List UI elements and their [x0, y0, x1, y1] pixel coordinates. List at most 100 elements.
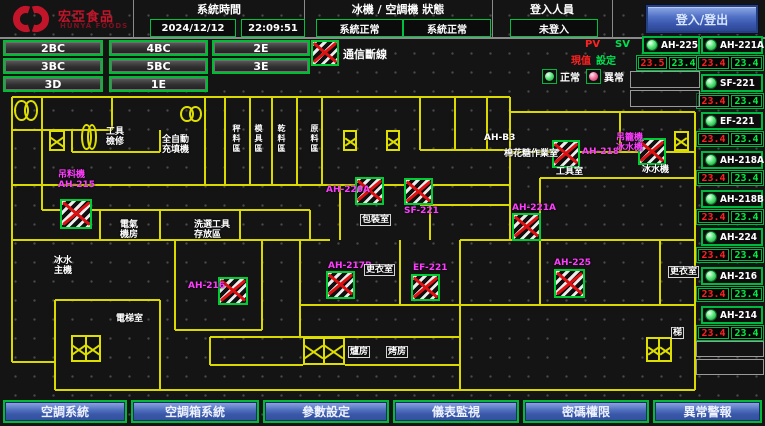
floor-button-2BC[interactable]: 2BC	[3, 40, 103, 56]
footer-button-密碼權限[interactable]: 密碼權限	[523, 400, 649, 423]
unit-name: AH-224	[720, 232, 757, 243]
floor-button-4BC[interactable]: 4BC	[109, 40, 208, 56]
footer-button-空調系統[interactable]: 空調系統	[3, 400, 127, 423]
unit-values-AH-218B: 23.423.4	[696, 209, 764, 225]
spiral-stair-icon	[14, 100, 38, 121]
hmi-screen: 宏亞食品 HUNYA FOODS 系統時間 2024/12/12 22:09:5…	[0, 0, 765, 426]
floor-button-3BC[interactable]: 3BC	[3, 58, 103, 74]
unit-status-led	[705, 77, 717, 89]
comm-error-icon-SF-221[interactable]	[404, 178, 433, 205]
unit-status-led	[705, 309, 717, 321]
unit-header-AH-218A[interactable]: AH-218A	[701, 151, 763, 169]
map-room-label: 棉花糖作業室	[504, 149, 558, 159]
stair-elevator-icon	[646, 337, 672, 362]
footer-button-儀表監視[interactable]: 儀表監視	[393, 400, 519, 423]
map-room-label: 洗選工具 存放區	[194, 220, 230, 240]
machine-status-label: 冰機 / 空調機 狀態	[306, 3, 490, 17]
map-room-label: 烤房	[386, 346, 408, 358]
unit-header-AH-224[interactable]: AH-224	[701, 228, 763, 246]
system-date-value: 2024/12/12	[150, 19, 236, 37]
unit-values-EF-221: 23.423.4	[696, 131, 764, 147]
footer-button-空調箱系統[interactable]: 空調箱系統	[131, 400, 259, 423]
ahu-status-value: 系統正常	[403, 19, 491, 37]
map-room-label: 秤料區	[231, 124, 240, 154]
unit-pv-value: 23.4	[698, 172, 729, 184]
unit-status-led	[705, 115, 717, 127]
map-room-label: 爐房	[348, 346, 370, 358]
unit-sv-value: 23.4	[731, 95, 762, 107]
comm-error-icon-AH-225[interactable]	[554, 269, 585, 298]
unit-header-SF-221[interactable]: SF-221	[701, 74, 763, 92]
map-room-label: AH-220A	[326, 185, 370, 195]
unit-name: AH-214	[720, 310, 757, 321]
unit-sv-value: 23.4	[731, 172, 762, 184]
floor-button-5BC[interactable]: 5BC	[109, 58, 208, 74]
abnormal-legend: 異常	[586, 69, 624, 84]
floor-button-3D[interactable]: 3D	[3, 76, 103, 92]
stair-elevator-icon	[71, 335, 101, 362]
login-logout-button[interactable]: 登入/登出	[646, 5, 758, 33]
unit-status-led	[705, 39, 717, 51]
stair-elevator-icon	[343, 130, 357, 151]
map-room-label: 冰水 主機	[54, 256, 72, 276]
normal-led-icon	[542, 69, 557, 84]
unit-status-led	[705, 270, 717, 282]
unit-values-AH-221A: 23.423.4	[696, 55, 764, 71]
unit-sv-value: 23.4	[731, 327, 762, 339]
unit-sv-value: 23.4	[731, 57, 762, 69]
unit-sv-value: 23.4	[731, 133, 762, 145]
empty-unit-slot	[696, 359, 764, 375]
map-room-label: AH-B3	[484, 133, 515, 143]
topbar-separator	[612, 0, 613, 37]
map-room-label: SF-221	[404, 206, 439, 216]
comm-error-icon-AH-221A[interactable]	[512, 213, 541, 241]
stair-elevator-icon	[386, 130, 400, 151]
comm-error-icon-AH-215[interactable]	[60, 199, 92, 229]
unit-status-led	[705, 154, 717, 166]
unit-sv-value: 23.4	[731, 249, 762, 261]
topbar-separator	[133, 0, 134, 37]
unit-header-AH-221A[interactable]: AH-221A	[701, 36, 763, 54]
unit-header-EF-221[interactable]: EF-221	[701, 112, 763, 130]
floor-button-1E[interactable]: 1E	[109, 76, 208, 92]
unit-pv-value: 23.4	[698, 249, 729, 261]
map-room-label: 冰水機	[642, 165, 669, 175]
unit-sv-value: 23.4	[731, 288, 762, 300]
floor-button-2E[interactable]: 2E	[212, 40, 310, 56]
login-user-label: 登入人員	[494, 3, 610, 17]
map-room-label: 工具 檢修	[106, 127, 124, 147]
footer-button-參數設定[interactable]: 參數設定	[263, 400, 389, 423]
map-room-label: 工具室	[556, 167, 583, 177]
unit-header-AH-214[interactable]: AH-214	[701, 306, 763, 324]
footer-button-異常警報[interactable]: 異常警報	[653, 400, 762, 423]
unit-header-AH-216[interactable]: AH-216	[701, 267, 763, 285]
login-user-value: 未登入	[510, 19, 598, 37]
map-room-label: 電氣 機房	[120, 220, 138, 240]
pv-name-legend: 現值	[571, 52, 591, 67]
map-room-label: AH-225	[554, 258, 591, 268]
map-room-label: 電梯室	[116, 314, 143, 324]
map-room-label: 包裝室	[360, 214, 391, 226]
unit-name: EF-221	[720, 116, 755, 127]
unit-header-AH-225[interactable]: AH-225	[642, 36, 700, 54]
unit-sv-value: 23.4	[731, 211, 762, 223]
comm-error-icon-EF-221[interactable]	[411, 274, 440, 301]
pv-legend: PV	[585, 39, 600, 50]
map-room-label: AH-221A	[512, 203, 556, 213]
abnormal-led-icon	[586, 69, 601, 84]
unit-values-AH-218A: 23.423.4	[696, 170, 764, 186]
comm-error-icon-AH-217B[interactable]	[326, 271, 355, 299]
normal-legend: 正常	[542, 69, 580, 84]
unit-name: AH-216	[720, 271, 757, 282]
map-room-label: 模具區	[253, 124, 262, 154]
unit-pv-value: 23.5	[638, 57, 667, 69]
unit-header-AH-218B[interactable]: AH-218B	[701, 190, 763, 208]
unit-pv-value: 23.4	[698, 95, 729, 107]
map-room-label: AH-218	[582, 147, 619, 157]
unit-values-AH-225: 23.523.4	[636, 55, 700, 71]
unit-name: SF-221	[720, 78, 755, 89]
system-time-value: 22:09:51	[241, 19, 305, 37]
floor-button-3E[interactable]: 3E	[212, 58, 310, 74]
comm-error-legend-label: 通信斷線	[343, 46, 387, 62]
chiller-status-value: 系統正常	[316, 19, 403, 37]
